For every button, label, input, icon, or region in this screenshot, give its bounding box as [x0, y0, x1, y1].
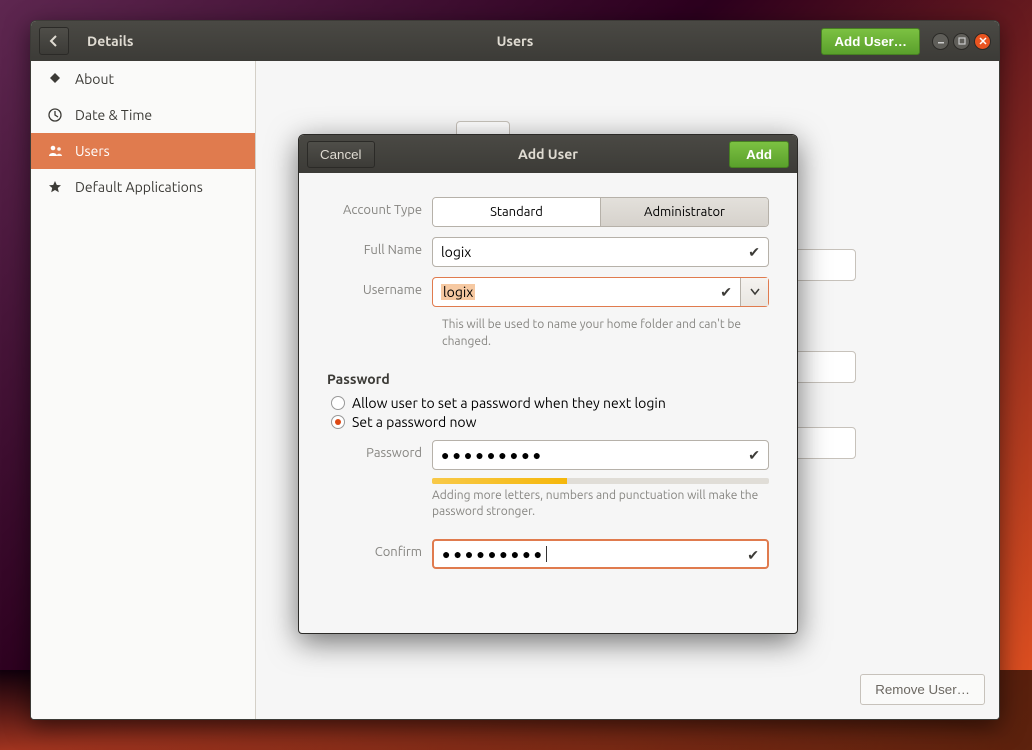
password-strength-meter	[432, 478, 769, 484]
sidebar-item-label: About	[75, 71, 114, 87]
radio-allow-later[interactable]: Allow user to set a password when they n…	[331, 395, 769, 411]
full-name-value: logix	[441, 244, 471, 260]
plus-icon	[47, 72, 63, 86]
radio-icon	[331, 415, 345, 429]
account-type-toggle[interactable]: Standard Administrator	[432, 197, 769, 227]
radio-icon	[331, 396, 345, 410]
check-icon: ✔	[720, 284, 732, 301]
username-label: Username	[327, 277, 432, 297]
sidebar-item-label: Default Applications	[75, 179, 203, 195]
username-input[interactable]: logix ✔	[432, 277, 769, 307]
full-name-label: Full Name	[327, 237, 432, 257]
check-icon: ✔	[748, 244, 760, 261]
password-value: ●●●●●●●●●	[441, 447, 544, 463]
star-icon	[47, 180, 63, 194]
dialog-title: Add User	[518, 146, 578, 162]
add-user-dialog: Cancel Add User Add Account Type Standar…	[298, 134, 798, 634]
minimize-icon	[937, 37, 945, 45]
sidebar-item-users[interactable]: Users	[31, 133, 255, 169]
username-value: logix	[441, 284, 475, 300]
confirm-password-input[interactable]: ●●●●●●●●● ✔	[432, 539, 769, 569]
dialog-titlebar: Cancel Add User Add	[299, 135, 797, 173]
window-titlebar: Details Users Add User…	[31, 21, 999, 61]
text-cursor	[546, 546, 547, 562]
header-title: Users	[497, 33, 534, 49]
window-close-button[interactable]	[974, 33, 991, 50]
cancel-button[interactable]: Cancel	[307, 141, 375, 168]
account-type-standard[interactable]: Standard	[433, 198, 601, 226]
sidebar: About Date & Time Users Default Applicat…	[31, 61, 256, 719]
clock-icon	[47, 108, 63, 122]
password-input[interactable]: ●●●●●●●●● ✔	[432, 440, 769, 470]
radio-label: Set a password now	[352, 414, 476, 430]
account-type-administrator[interactable]: Administrator	[601, 198, 768, 226]
close-icon	[979, 37, 987, 45]
radio-label: Allow user to set a password when they n…	[352, 395, 666, 411]
maximize-icon	[958, 37, 966, 45]
sidebar-item-datetime[interactable]: Date & Time	[31, 97, 255, 133]
window-minimize-button[interactable]	[932, 33, 949, 50]
radio-set-now[interactable]: Set a password now	[331, 414, 769, 430]
sidebar-item-default-applications[interactable]: Default Applications	[31, 169, 255, 205]
check-icon: ✔	[747, 547, 759, 564]
username-dropdown-button[interactable]	[740, 278, 768, 306]
chevron-left-icon	[49, 35, 59, 47]
sidebar-item-about[interactable]: About	[31, 61, 255, 97]
confirm-label: Confirm	[327, 539, 432, 559]
password-label: Password	[327, 440, 432, 460]
sidebar-item-label: Date & Time	[75, 107, 152, 123]
confirm-value: ●●●●●●●●●	[442, 546, 545, 562]
username-help-text: This will be used to name your home fold…	[442, 317, 752, 351]
check-icon: ✔	[748, 447, 760, 464]
add-user-button[interactable]: Add User…	[821, 28, 920, 55]
window-maximize-button[interactable]	[953, 33, 970, 50]
chevron-down-icon	[750, 288, 760, 296]
password-strength-help: Adding more letters, numbers and punctua…	[432, 488, 769, 522]
remove-user-button[interactable]: Remove User…	[860, 674, 985, 705]
back-button[interactable]	[39, 27, 69, 55]
sidebar-item-label: Users	[75, 143, 110, 159]
password-section-title: Password	[327, 371, 769, 387]
users-icon	[47, 144, 63, 158]
account-type-label: Account Type	[327, 197, 432, 217]
header-back-label: Details	[87, 33, 133, 49]
add-button[interactable]: Add	[729, 141, 789, 168]
full-name-input[interactable]: logix ✔	[432, 237, 769, 267]
